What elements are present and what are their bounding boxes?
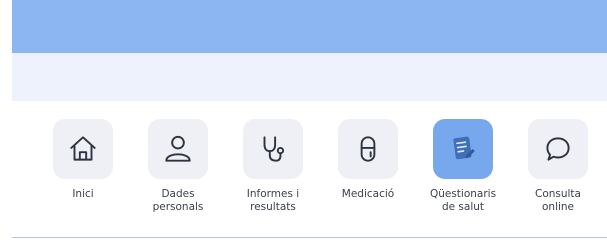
nav-tile[interactable] xyxy=(528,119,588,179)
nav-label: Inici xyxy=(72,188,94,200)
nav-tile-selected[interactable] xyxy=(433,119,493,179)
sub-header-bar xyxy=(12,53,607,101)
questionnaire-icon xyxy=(453,136,475,160)
nav-label: Dades personals xyxy=(152,188,204,213)
nav-item-dades-personals[interactable]: Dades personals xyxy=(133,119,223,214)
nav-label: Qüestionaris de salut xyxy=(429,188,497,213)
nav-tile[interactable] xyxy=(338,119,398,179)
nav-label: Informes i resultats xyxy=(246,188,300,213)
pill-icon xyxy=(360,136,376,162)
main-navigation: Inici Dades personals Informes i resulta… xyxy=(0,119,607,219)
nav-tile[interactable] xyxy=(148,119,208,179)
nav-item-informes-resultats[interactable]: Informes i resultats xyxy=(228,119,318,214)
nav-label: Consulta online xyxy=(534,188,581,213)
chat-bubble-icon xyxy=(546,137,570,161)
nav-tile[interactable] xyxy=(243,119,303,179)
nav-label: Medicació xyxy=(341,188,395,200)
user-icon xyxy=(165,135,191,162)
nav-tile[interactable] xyxy=(53,119,113,179)
nav-item-inici[interactable]: Inici xyxy=(38,119,128,201)
top-header-bar xyxy=(12,0,607,53)
stethoscope-icon xyxy=(263,136,285,162)
nav-item-medicacio[interactable]: Medicació xyxy=(323,119,413,201)
section-divider xyxy=(12,237,607,238)
nav-item-consulta-online[interactable]: Consulta online xyxy=(513,119,603,214)
home-icon xyxy=(70,136,96,161)
nav-item-questionaris-salut[interactable]: Qüestionaris de salut xyxy=(418,119,508,214)
